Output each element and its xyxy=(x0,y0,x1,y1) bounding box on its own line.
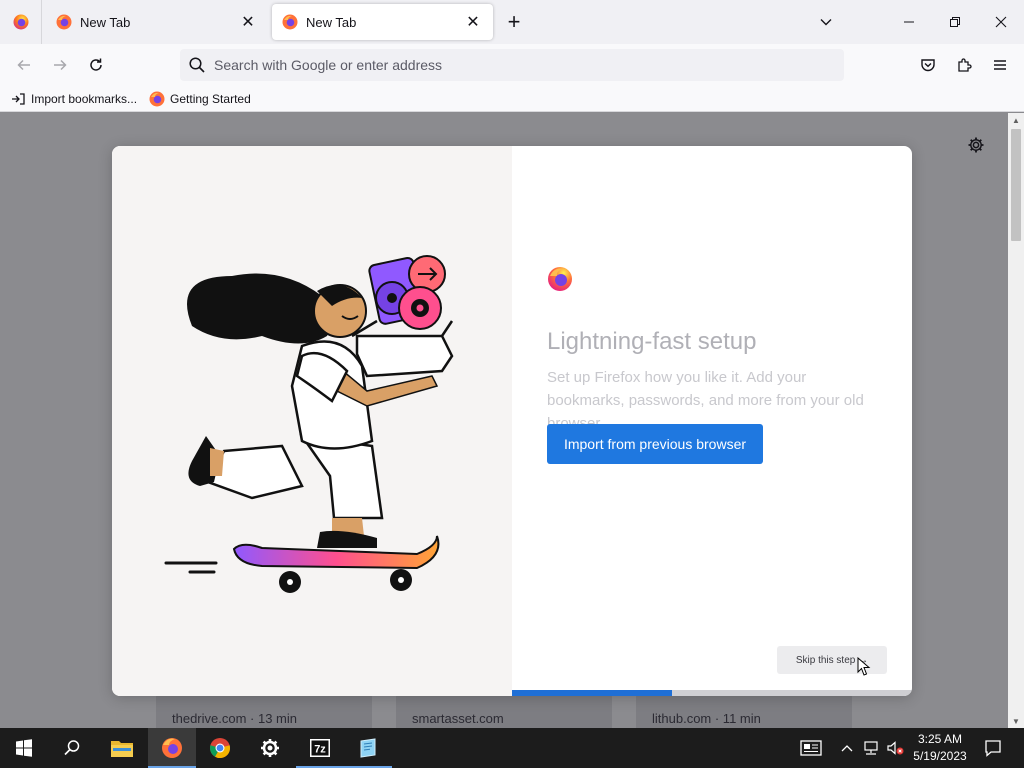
minimize-icon xyxy=(904,21,914,23)
vertical-scrollbar[interactable]: ▲ ▼ xyxy=(1008,113,1024,728)
file-explorer-icon xyxy=(111,741,133,757)
minimize-button[interactable] xyxy=(886,0,932,44)
tile-label: lithub.com · 11 min xyxy=(652,711,761,726)
onboarding-content-panel: Lightning-fast setup Set up Firefox how … xyxy=(512,146,912,696)
taskbar-firefox[interactable] xyxy=(148,728,196,768)
taskbar-notepad[interactable] xyxy=(344,728,392,768)
news-icon xyxy=(800,740,822,756)
onboarding-dialog: Lightning-fast setup Set up Firefox how … xyxy=(112,146,912,696)
tab-new-tab-2[interactable]: New Tab ✕ xyxy=(272,4,493,40)
clock-time: 3:25 AM xyxy=(917,732,963,746)
tray-notifications[interactable] xyxy=(978,728,1008,768)
firefox-icon xyxy=(162,738,182,758)
taskbar-chrome[interactable] xyxy=(196,728,244,768)
extensions-button[interactable] xyxy=(950,52,978,78)
tray-show-hidden-icons[interactable] xyxy=(838,728,856,768)
taskbar-settings[interactable] xyxy=(246,728,294,768)
scroll-up-arrow[interactable]: ▲ xyxy=(1008,113,1024,127)
mouse-cursor-icon xyxy=(857,657,871,676)
close-tab-icon[interactable]: ✕ xyxy=(238,12,258,32)
skateboarder-illustration xyxy=(164,255,454,593)
progress-fill xyxy=(512,690,672,696)
puzzle-icon xyxy=(958,58,972,72)
taskbar-file-explorer[interactable] xyxy=(98,728,146,768)
bookmarks-toolbar: Import bookmarks... Getting Started xyxy=(0,86,1024,112)
close-icon xyxy=(995,16,1007,28)
reload-icon xyxy=(90,58,102,71)
search-icon xyxy=(189,57,205,73)
scroll-thumb[interactable] xyxy=(1011,129,1021,241)
pocket-button[interactable] xyxy=(914,52,942,78)
tray-network[interactable] xyxy=(860,728,882,768)
bookmark-label: Getting Started xyxy=(170,91,251,106)
network-icon xyxy=(864,741,878,755)
restore-icon xyxy=(950,17,960,27)
top-site-tile[interactable]: smartasset.com xyxy=(396,693,612,728)
firefox-icon xyxy=(149,91,165,107)
firefox-logo-icon xyxy=(548,267,572,291)
windows-start-icon xyxy=(16,739,32,757)
svg-text:7z: 7z xyxy=(314,744,326,756)
clock-date: 5/19/2023 xyxy=(913,749,967,763)
chevron-up-icon xyxy=(841,745,853,752)
tab-strip: New Tab ✕ New Tab ✕ + xyxy=(0,0,1024,44)
tray-news-widget[interactable] xyxy=(796,728,826,768)
arrow-left-icon xyxy=(17,59,30,71)
close-window-button[interactable] xyxy=(978,0,1024,44)
scroll-down-arrow[interactable]: ▼ xyxy=(1008,714,1024,728)
import-icon xyxy=(10,91,26,107)
taskbar-search-button[interactable] xyxy=(48,728,96,768)
taskbar-7zip[interactable]: 7z xyxy=(296,728,344,768)
onboarding-title: Lightning-fast setup xyxy=(547,328,757,355)
bookmark-import[interactable]: Import bookmarks... xyxy=(10,91,137,107)
firefox-icon xyxy=(56,14,72,30)
top-site-tile[interactable]: lithub.com · 11 min xyxy=(636,693,852,728)
navigation-toolbar xyxy=(0,44,1024,86)
chrome-icon xyxy=(210,738,231,759)
volume-muted-icon xyxy=(887,741,904,755)
chevron-down-icon xyxy=(820,19,832,26)
tile-label: smartasset.com xyxy=(412,711,504,726)
settings-icon xyxy=(261,739,279,757)
tray-volume-muted[interactable] xyxy=(884,728,906,768)
notification-icon xyxy=(985,740,1001,757)
7zip-icon: 7z xyxy=(310,739,330,757)
personalize-settings-button[interactable] xyxy=(964,133,988,157)
gear-icon xyxy=(968,137,984,153)
top-site-tile[interactable]: thedrive.com · 13 min xyxy=(156,693,372,728)
pocket-icon xyxy=(921,59,935,72)
address-input[interactable] xyxy=(214,57,844,73)
windows-taskbar: 7z 3:25 AM 5/19/2023 xyxy=(0,728,1024,768)
new-tab-button[interactable]: + xyxy=(502,9,526,34)
onboarding-illustration-panel xyxy=(112,146,512,696)
bookmark-getting-started[interactable]: Getting Started xyxy=(149,91,251,107)
top-sites-row: thedrive.com · 13 min smartasset.com lit… xyxy=(0,693,1008,728)
import-from-previous-browser-button[interactable]: Import from previous browser xyxy=(547,424,763,464)
firefox-icon xyxy=(282,14,298,30)
firefox-icon xyxy=(13,14,28,30)
restore-button[interactable] xyxy=(932,0,978,44)
hamburger-menu-icon xyxy=(994,60,1006,70)
address-bar[interactable] xyxy=(180,49,844,81)
tab-label: New Tab xyxy=(80,14,131,30)
back-button[interactable] xyxy=(10,52,38,78)
forward-button[interactable] xyxy=(46,52,74,78)
reload-button[interactable] xyxy=(82,52,110,78)
arrow-right-icon xyxy=(54,59,67,71)
list-all-tabs-button[interactable] xyxy=(814,10,838,34)
app-menu-button[interactable] xyxy=(986,52,1014,78)
tab-label: New Tab xyxy=(306,14,357,30)
onboarding-progress-bar xyxy=(512,690,912,696)
firefox-view-button[interactable] xyxy=(0,0,42,44)
close-tab-icon[interactable]: ✕ xyxy=(463,12,483,32)
start-button[interactable] xyxy=(0,728,48,768)
taskbar-clock[interactable]: 3:25 AM 5/19/2023 xyxy=(908,731,972,765)
search-icon xyxy=(64,740,80,756)
notepad-icon xyxy=(360,738,376,758)
tab-new-tab-1[interactable]: New Tab ✕ xyxy=(46,4,268,40)
bookmark-label: Import bookmarks... xyxy=(31,91,138,106)
tile-label: thedrive.com · 13 min xyxy=(172,711,297,726)
